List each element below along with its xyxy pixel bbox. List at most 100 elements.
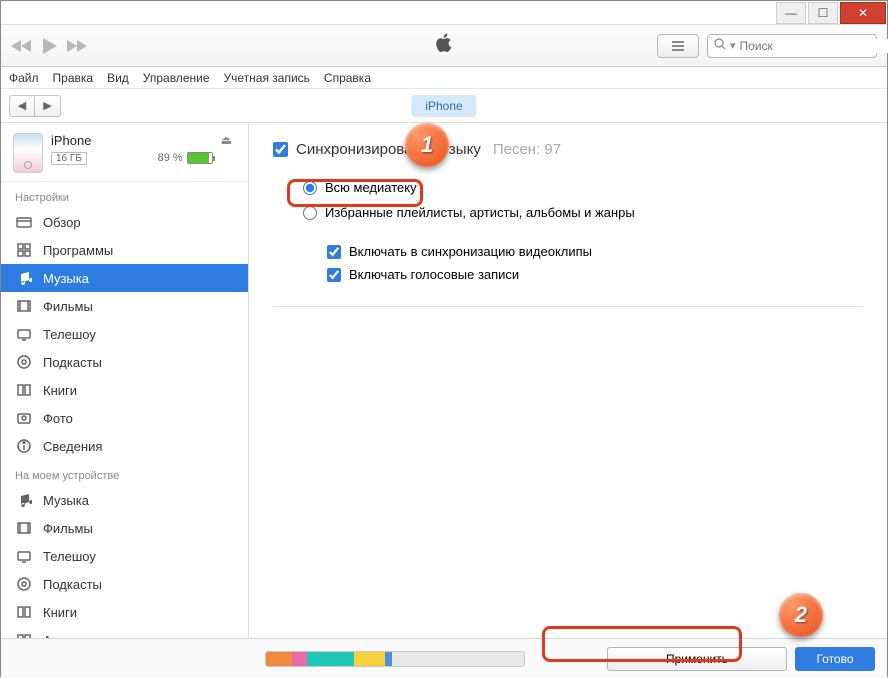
sidebar-item-label: Фильмы <box>43 521 93 536</box>
menu-edit[interactable]: Правка <box>53 71 94 85</box>
sidebar-item-overview[interactable]: Обзор <box>1 208 248 236</box>
sidebar-item-photos[interactable]: Фото <box>1 404 248 432</box>
window-close-button[interactable]: ✕ <box>840 2 886 24</box>
check-voice-input[interactable] <box>327 268 341 282</box>
device-header[interactable]: iPhone 16 ГБ 89 % ⏏ <box>1 129 248 182</box>
podcast-icon <box>15 353 33 371</box>
radio-all-library[interactable]: Всю медиатеку <box>303 180 863 195</box>
music-icon <box>15 269 33 287</box>
sidebar: iPhone 16 ГБ 89 % ⏏ Настройки Обзор Прог… <box>1 123 249 638</box>
sidebar-item-movies[interactable]: Фильмы <box>1 292 248 320</box>
device-name-label: iPhone <box>51 133 213 148</box>
sync-music-label: Синхронизировать музыку <box>296 141 481 158</box>
sidebar-item-label: Музыка <box>43 271 89 286</box>
device-item-audiobooks[interactable]: Аудиокниги <box>1 626 248 638</box>
sync-music-checkbox[interactable] <box>273 142 288 157</box>
sidebar-item-podcasts[interactable]: Подкасты <box>1 348 248 376</box>
apple-logo-icon <box>435 33 453 58</box>
content-pane: Синхронизировать музыку Песен: 97 Всю ме… <box>249 123 887 638</box>
sidebar-item-label: Сведения <box>43 439 102 454</box>
radio-selected-library[interactable]: Избранные плейлисты, артисты, альбомы и … <box>303 205 863 220</box>
device-item-books[interactable]: Книги <box>1 598 248 626</box>
window-maximize-button[interactable]: ☐ <box>808 2 838 24</box>
player-toolbar: ▾ <box>1 25 887 67</box>
sidebar-item-info[interactable]: Сведения <box>1 432 248 460</box>
sidebar-item-apps[interactable]: Программы <box>1 236 248 264</box>
ondevice-nav-list: Музыка Фильмы Телешоу Подкасты Книги Ауд… <box>1 486 248 638</box>
radio-all-label: Всю медиатеку <box>325 180 417 195</box>
device-thumbnail-icon <box>13 133 43 173</box>
annotation-callout-2: 2 <box>779 593 823 637</box>
tab-row: ◀ ▶ iPhone <box>1 89 887 123</box>
sidebar-item-label: Аудиокниги <box>43 633 112 639</box>
sidebar-item-label: Программы <box>43 243 113 258</box>
sidebar-item-label: Книги <box>43 605 77 620</box>
radio-selected-input[interactable] <box>303 206 317 220</box>
search-icon <box>714 38 726 53</box>
bottom-bar: Применить Готово <box>1 638 887 678</box>
menu-help[interactable]: Справка <box>324 71 371 85</box>
device-item-music[interactable]: Музыка <box>1 486 248 514</box>
search-chevron-icon: ▾ <box>730 39 736 52</box>
previous-track-button[interactable] <box>11 38 33 54</box>
sidebar-item-label: Фильмы <box>43 299 93 314</box>
radio-selected-label: Избранные плейлисты, артисты, альбомы и … <box>325 205 635 220</box>
apps-icon <box>15 241 33 259</box>
movies-icon <box>15 519 33 537</box>
sidebar-item-label: Музыка <box>43 493 89 508</box>
sidebar-item-books[interactable]: Книги <box>1 376 248 404</box>
content-divider <box>273 306 863 307</box>
window-titlebar: — ☐ ✕ <box>1 1 887 25</box>
search-field[interactable]: ▾ <box>707 34 877 58</box>
annotation-callout-1: 1 <box>405 123 449 167</box>
check-videos-input[interactable] <box>327 245 341 259</box>
movies-icon <box>15 297 33 315</box>
battery-percent-label: 89 % <box>158 152 183 164</box>
check-voice-label: Включать голосовые записи <box>349 267 519 282</box>
device-tab[interactable]: iPhone <box>411 95 476 117</box>
check-include-voice[interactable]: Включать голосовые записи <box>327 267 863 282</box>
sidebar-item-music[interactable]: Музыка <box>1 264 248 292</box>
check-include-videos[interactable]: Включать в синхронизацию видеоклипы <box>327 244 863 259</box>
window-minimize-button[interactable]: — <box>776 2 806 24</box>
audiobooks-icon <box>15 631 33 638</box>
menu-controls[interactable]: Управление <box>143 71 210 85</box>
sidebar-item-tvshows[interactable]: Телешоу <box>1 320 248 348</box>
settings-section-label: Настройки <box>1 182 248 208</box>
settings-nav-list: Обзор Программы Музыка Фильмы Телешоу По… <box>1 208 248 460</box>
music-icon <box>15 491 33 509</box>
done-button[interactable]: Готово <box>795 647 875 671</box>
tv-icon <box>15 325 33 343</box>
sidebar-item-label: Подкасты <box>43 577 102 592</box>
device-item-movies[interactable]: Фильмы <box>1 514 248 542</box>
nav-forward-button[interactable]: ▶ <box>35 95 61 117</box>
tv-icon <box>15 547 33 565</box>
search-input[interactable] <box>740 39 888 53</box>
menu-view[interactable]: Вид <box>107 71 129 85</box>
sidebar-item-label: Обзор <box>43 215 81 230</box>
eject-icon[interactable]: ⏏ <box>221 133 236 147</box>
check-videos-label: Включать в синхронизацию видеоклипы <box>349 244 592 259</box>
song-count-prefix: Песен: <box>493 141 540 158</box>
sidebar-item-label: Телешоу <box>43 549 96 564</box>
device-capacity-badge: 16 ГБ <box>51 152 87 165</box>
photos-icon <box>15 409 33 427</box>
device-item-podcasts[interactable]: Подкасты <box>1 570 248 598</box>
podcast-icon <box>15 575 33 593</box>
play-button[interactable] <box>39 36 59 56</box>
ondevice-section-label: На моем устройстве <box>1 460 248 486</box>
books-icon <box>15 603 33 621</box>
apply-button[interactable]: Применить <box>607 647 787 671</box>
menu-file[interactable]: Файл <box>9 71 39 85</box>
books-icon <box>15 381 33 399</box>
radio-all-input[interactable] <box>303 181 317 195</box>
next-track-button[interactable] <box>65 38 87 54</box>
device-item-tv[interactable]: Телешоу <box>1 542 248 570</box>
menu-account[interactable]: Учетная запись <box>224 71 310 85</box>
sidebar-item-label: Подкасты <box>43 355 102 370</box>
menu-bar: Файл Правка Вид Управление Учетная запис… <box>1 67 887 89</box>
list-view-button[interactable] <box>657 34 699 58</box>
sidebar-item-label: Фото <box>43 411 73 426</box>
sidebar-item-label: Телешоу <box>43 327 96 342</box>
nav-back-button[interactable]: ◀ <box>9 95 35 117</box>
